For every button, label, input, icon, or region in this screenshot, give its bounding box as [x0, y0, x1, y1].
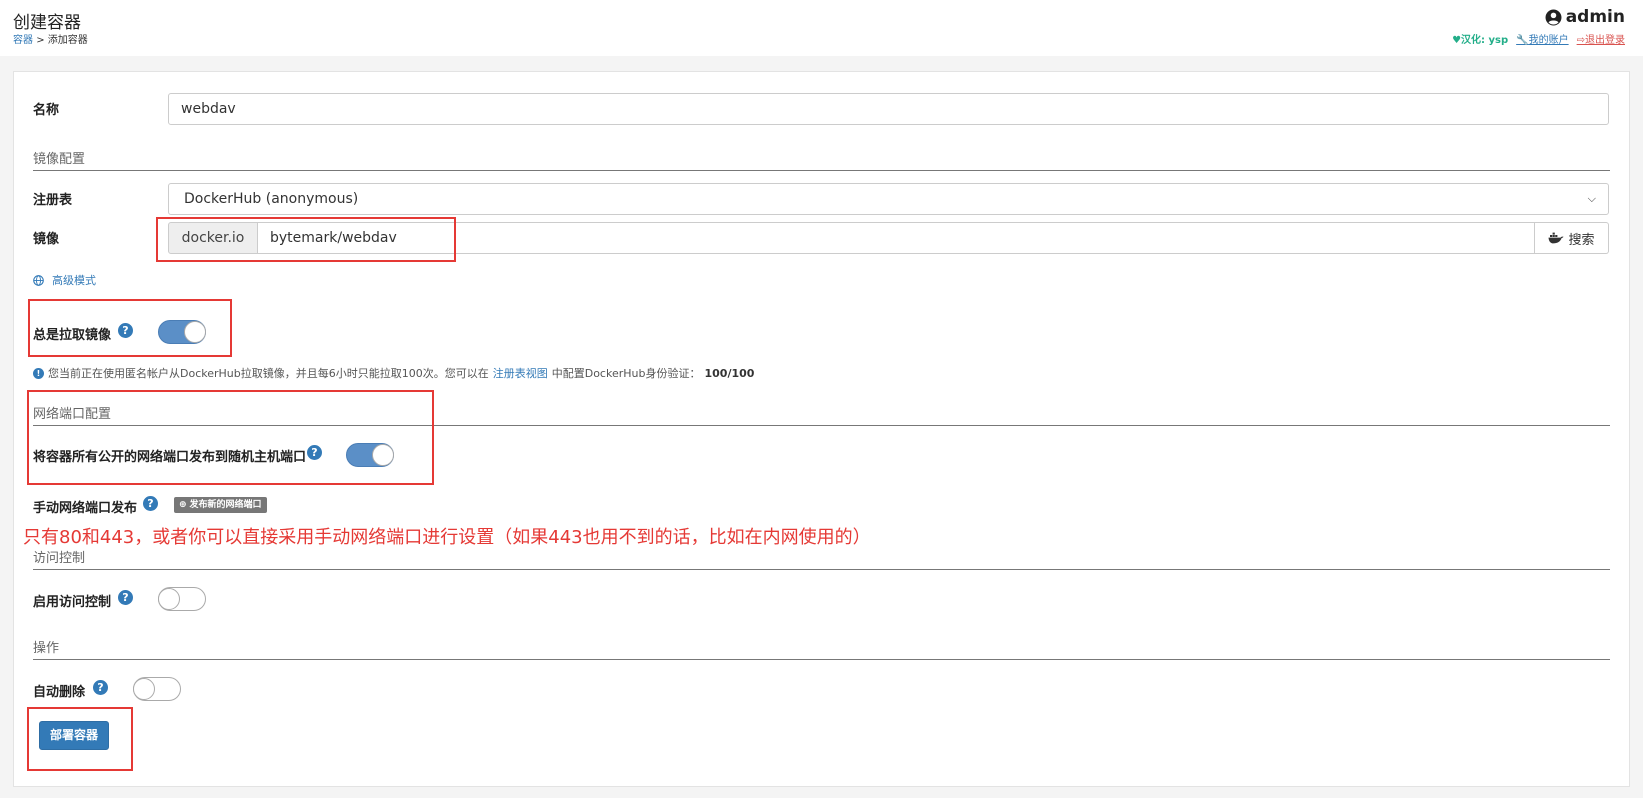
name-label: 名称 — [33, 103, 60, 118]
registry-info-message: ! 您当前正在使用匿名帐户从DockerHub拉取镜像，并且每6小时只能拉取10… — [33, 365, 754, 381]
username: admin — [1565, 7, 1625, 27]
registry-selected-value: DockerHub (anonymous) — [184, 191, 359, 207]
access-control-label: 启用访问控制 — [33, 595, 112, 610]
question-circle-icon[interactable]: ? — [118, 590, 133, 605]
info-text: 您当前正在使用匿名帐户从DockerHub拉取镜像，并且每6小时只能拉取100次… — [48, 367, 489, 380]
info-circle-icon: ! — [33, 367, 44, 379]
my-account-link[interactable]: 🔧我的账户 — [1516, 31, 1568, 46]
docker-whale-icon — [1548, 232, 1564, 244]
name-input[interactable]: webdav — [168, 93, 1609, 125]
registry-select[interactable]: DockerHub (anonymous) ⌵ — [168, 183, 1609, 215]
advanced-mode-link[interactable]: 高级模式 — [33, 272, 96, 288]
breadcrumb-separator: > — [36, 35, 45, 46]
image-search-button[interactable]: 搜索 — [1535, 222, 1609, 254]
sign-out-icon: ⇨ — [1576, 35, 1585, 46]
toggle-knob — [133, 678, 155, 700]
publish-new-port-button[interactable]: ⊕ 发布新的网络端口 — [174, 497, 267, 513]
breadcrumb-containers-link[interactable]: 容器 — [13, 35, 33, 46]
annotation-note: 只有80和443，或者你可以直接采用手动网络端口进行设置（如果443也用不到的话… — [23, 527, 871, 548]
globe-icon — [33, 274, 44, 286]
info-text-2: 中配置DockerHub身份验证： — [551, 367, 701, 380]
actions-section: 操作 — [33, 637, 1610, 660]
breadcrumb: 容器 > 添加容器 — [13, 31, 88, 46]
plus-circle-icon: ⊕ — [179, 500, 187, 510]
manual-port-label: 手动网络端口发布 — [33, 501, 138, 516]
user-display: admin — [1545, 7, 1625, 27]
annotation-box-network — [27, 390, 434, 485]
chevron-down-icon: ⌵ — [1587, 192, 1596, 205]
page-title: 创建容器 — [13, 13, 81, 33]
toggle-knob — [158, 588, 180, 610]
translation-credit: ♥汉化: ysp — [1452, 35, 1509, 46]
annotation-box-deploy — [27, 707, 133, 771]
publish-new-port-label: 发布新的网络端口 — [189, 500, 262, 510]
access-control-toggle[interactable] — [158, 587, 206, 611]
logout-link[interactable]: ⇨退出登录 — [1577, 31, 1625, 46]
annotation-box-image — [156, 217, 456, 262]
annotation-box-always-pull — [28, 299, 232, 357]
question-circle-icon[interactable]: ? — [93, 680, 108, 695]
wrench-icon: 🔧 — [1516, 35, 1529, 46]
registry-label: 注册表 — [33, 193, 73, 208]
autoremove-label: 自动删除 — [33, 685, 86, 700]
image-label: 镜像 — [33, 232, 60, 247]
heart-icon: ♥ — [1452, 35, 1462, 46]
image-config-section: 镜像配置 — [33, 148, 1610, 171]
access-control-section: 访问控制 — [33, 547, 1610, 570]
autoremove-toggle[interactable] — [133, 677, 181, 701]
breadcrumb-current: 添加容器 — [47, 35, 88, 46]
registry-view-link[interactable]: 注册表视图 — [493, 365, 548, 381]
search-button-label: 搜索 — [1568, 232, 1595, 248]
question-circle-icon[interactable]: ? — [143, 496, 158, 511]
pull-quota: 100/100 — [704, 366, 755, 380]
user-circle-icon — [1545, 9, 1562, 25]
top-bar: 创建容器 容器 > 添加容器 admin ♥汉化: ysp 🔧我的账户 ⇨退出登… — [0, 0, 1643, 56]
user-links: ♥汉化: ysp 🔧我的账户 ⇨退出登录 — [1452, 31, 1625, 46]
advanced-mode-label: 高级模式 — [52, 274, 96, 287]
